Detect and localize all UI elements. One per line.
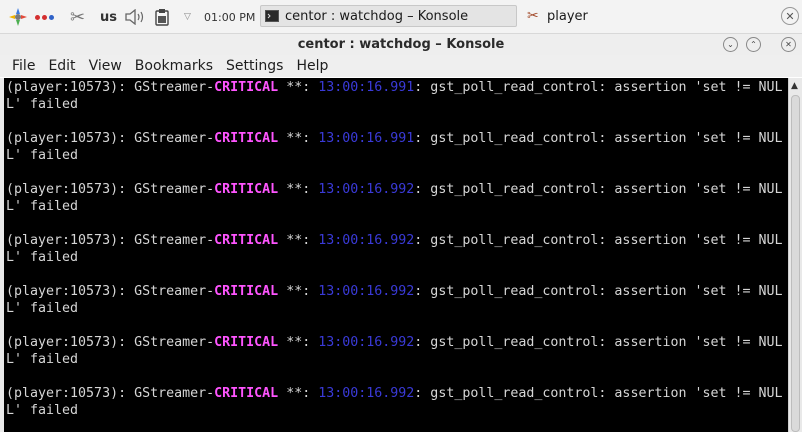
close-button[interactable]: ✕: [781, 37, 796, 52]
log-prefix: (player:10573): GStreamer-: [6, 131, 215, 146]
menu-bookmarks[interactable]: Bookmarks: [135, 58, 213, 74]
log-message: : gst_poll_read_control: assertion 'set …: [414, 131, 783, 146]
log-timestamp: 13:00:16.992: [318, 284, 415, 299]
scrollbar-thumb[interactable]: [791, 95, 800, 432]
tray-status-icon[interactable]: [35, 8, 59, 26]
taskbar-item-label: player: [547, 8, 588, 24]
scissors-icon: ✂: [527, 8, 539, 24]
clipboard-icon[interactable]: [154, 8, 172, 26]
log-line: (player:10573): GStreamer-CRITICAL **: 1…: [6, 131, 783, 147]
log-level: CRITICAL: [214, 335, 279, 350]
log-prefix: (player:10573): GStreamer-: [6, 386, 215, 401]
menu-edit[interactable]: Edit: [48, 58, 75, 74]
minimize-button[interactable]: ⌄: [723, 37, 738, 52]
log-message: : gst_poll_read_control: assertion 'set …: [414, 335, 783, 350]
scissors-icon[interactable]: ✂: [70, 7, 90, 28]
menu-settings[interactable]: Settings: [226, 58, 283, 74]
log-level: CRITICAL: [214, 233, 279, 248]
log-message: : gst_poll_read_control: assertion 'set …: [414, 386, 783, 401]
clock[interactable]: 01:00 PM: [204, 8, 258, 26]
top-panel: ✂ us ▽ 01:00 PM centor : watchdog – Kons…: [0, 0, 802, 33]
terminal-output[interactable]: (player:10573): GStreamer-CRITICAL **: 1…: [4, 78, 788, 432]
log-prefix: (player:10573): GStreamer-: [6, 182, 215, 197]
log-separator: **:: [278, 233, 319, 248]
log-prefix: (player:10573): GStreamer-: [6, 335, 215, 350]
maximize-button[interactable]: ⌃: [746, 37, 761, 52]
log-level: CRITICAL: [214, 386, 279, 401]
log-separator: **:: [278, 335, 319, 350]
log-level: CRITICAL: [214, 80, 279, 95]
log-separator: **:: [278, 131, 319, 146]
log-timestamp: 13:00:16.992: [318, 335, 415, 350]
log-message: : gst_poll_read_control: assertion 'set …: [414, 80, 783, 95]
menu-view[interactable]: View: [89, 58, 122, 74]
log-line-wrap: L' failed: [6, 352, 79, 367]
menu-bar: File Edit View Bookmarks Settings Help: [0, 55, 802, 77]
log-prefix: (player:10573): GStreamer-: [6, 80, 215, 95]
log-line: (player:10573): GStreamer-CRITICAL **: 1…: [6, 80, 783, 96]
log-line-wrap: L' failed: [6, 403, 79, 418]
log-message: : gst_poll_read_control: assertion 'set …: [414, 182, 783, 197]
log-line-wrap: L' failed: [6, 250, 79, 265]
log-line: (player:10573): GStreamer-CRITICAL **: 1…: [6, 284, 783, 300]
log-prefix: (player:10573): GStreamer-: [6, 284, 215, 299]
close-icon[interactable]: ✕: [781, 7, 799, 25]
scroll-up-icon[interactable]: ▲: [791, 81, 798, 91]
log-separator: **:: [278, 182, 319, 197]
log-line-wrap: L' failed: [6, 97, 79, 112]
log-level: CRITICAL: [214, 182, 279, 197]
log-timestamp: 13:00:16.992: [318, 182, 415, 197]
log-separator: **:: [278, 386, 319, 401]
taskbar-item-konsole[interactable]: centor : watchdog – Konsole: [260, 5, 517, 27]
log-level: CRITICAL: [214, 284, 279, 299]
log-timestamp: 13:00:16.991: [318, 131, 415, 146]
tray-dot: [35, 14, 40, 20]
app-launcher-icon[interactable]: [8, 7, 28, 27]
keyboard-layout-indicator[interactable]: us: [100, 8, 120, 26]
chevron-down-icon[interactable]: ▽: [184, 8, 196, 26]
taskbar-item-player[interactable]: ✂ player: [523, 5, 633, 27]
window-titlebar[interactable]: centor : watchdog – Konsole ⌄ ⌃ ✕: [0, 33, 802, 55]
log-separator: **:: [278, 284, 319, 299]
menu-file[interactable]: File: [12, 58, 35, 74]
log-level: CRITICAL: [214, 131, 279, 146]
log-line: (player:10573): GStreamer-CRITICAL **: 1…: [6, 182, 783, 198]
terminal-icon: [265, 10, 279, 22]
log-timestamp: 13:00:16.991: [318, 80, 415, 95]
log-line: (player:10573): GStreamer-CRITICAL **: 1…: [6, 233, 783, 249]
log-line: (player:10573): GStreamer-CRITICAL **: 1…: [6, 386, 783, 402]
log-prefix: (player:10573): GStreamer-: [6, 233, 215, 248]
log-line-wrap: L' failed: [6, 199, 79, 214]
log-line: (player:10573): GStreamer-CRITICAL **: 1…: [6, 335, 783, 351]
taskbar-item-label: centor : watchdog – Konsole: [285, 8, 469, 24]
volume-icon[interactable]: [124, 8, 148, 26]
log-separator: **:: [278, 80, 319, 95]
log-message: : gst_poll_read_control: assertion 'set …: [414, 284, 783, 299]
menu-help[interactable]: Help: [296, 58, 328, 74]
scrollbar[interactable]: ▲: [788, 78, 802, 432]
log-line-wrap: L' failed: [6, 301, 79, 316]
tray-dot: [42, 14, 47, 20]
log-timestamp: 13:00:16.992: [318, 386, 415, 401]
tray-dot: [49, 14, 54, 20]
log-line-wrap: L' failed: [6, 148, 79, 163]
log-timestamp: 13:00:16.992: [318, 233, 415, 248]
window-title: centor : watchdog – Konsole: [297, 37, 505, 52]
log-message: : gst_poll_read_control: assertion 'set …: [414, 233, 783, 248]
